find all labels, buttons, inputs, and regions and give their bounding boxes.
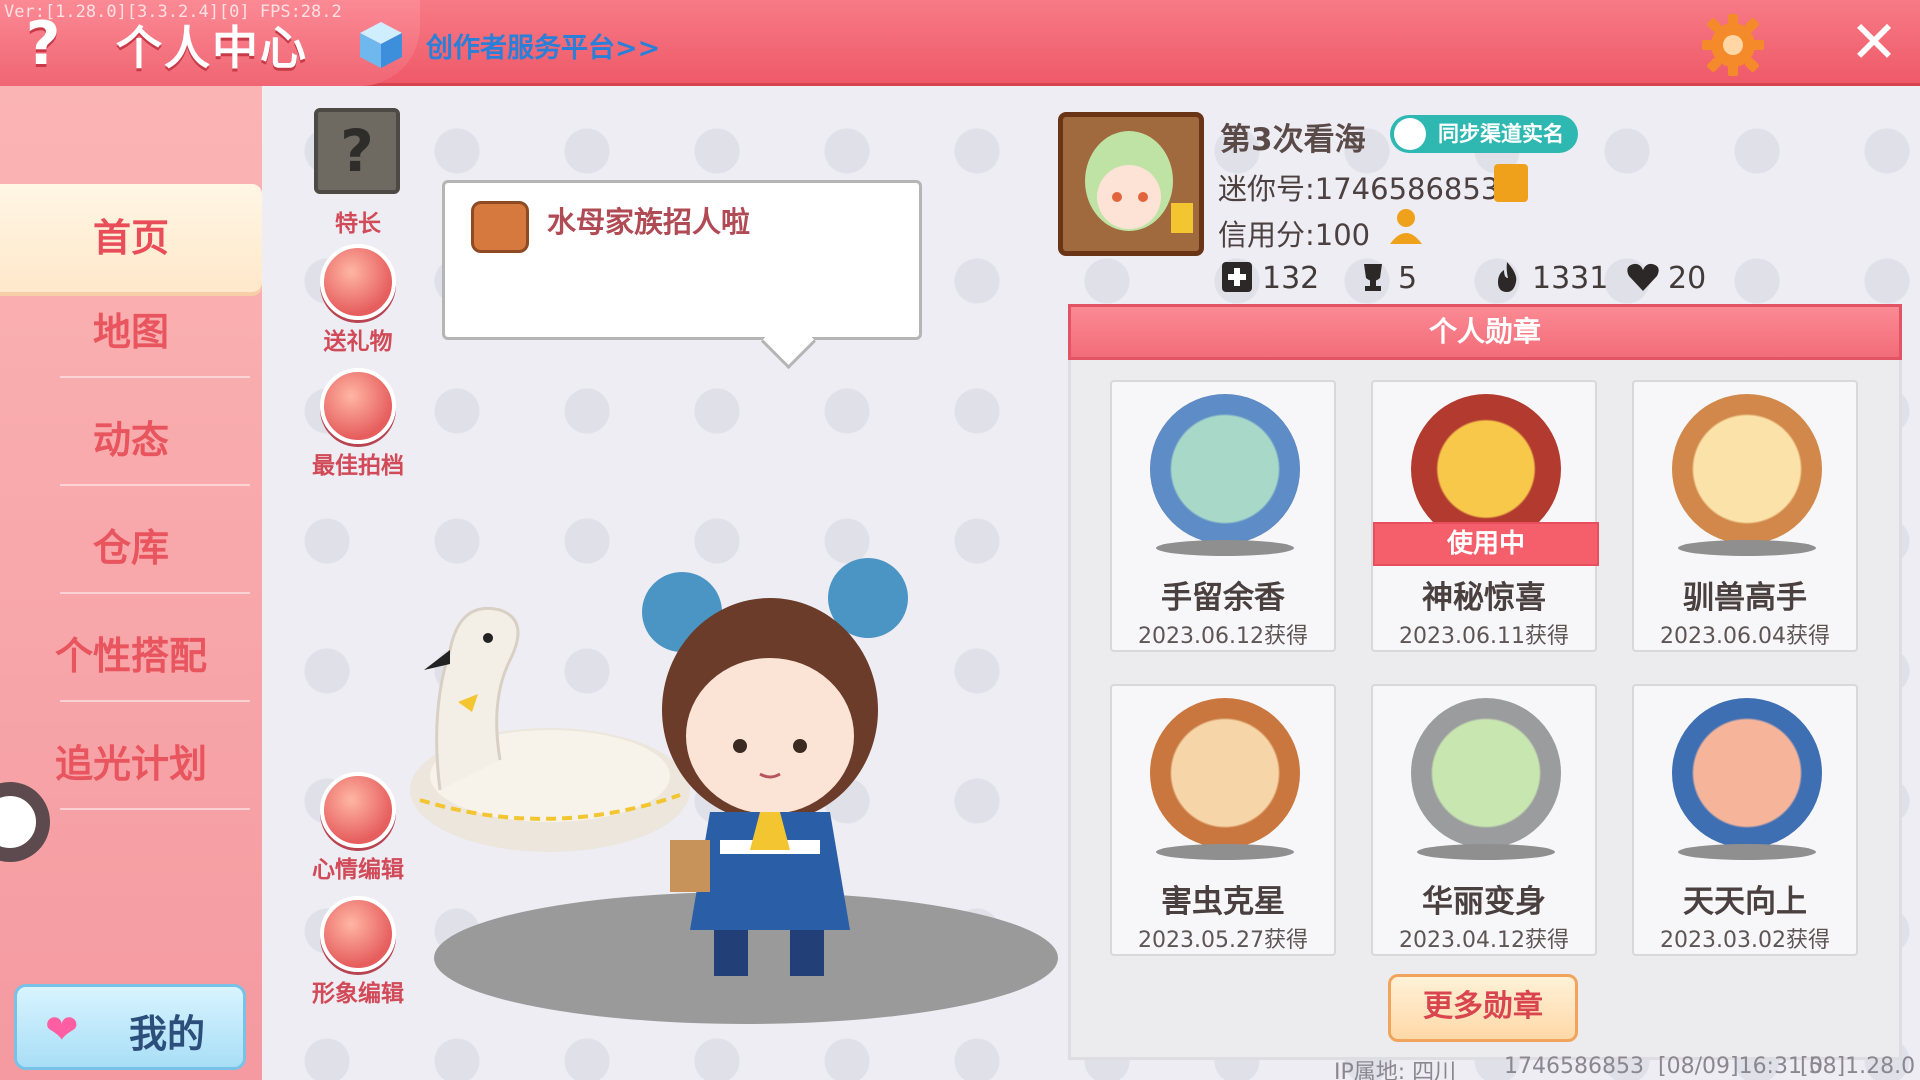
- stat-plus-value: 132: [1262, 261, 1320, 296]
- copy-icon[interactable]: [1494, 164, 1528, 202]
- trophy-icon: [1364, 264, 1382, 291]
- sidebar: 首页 地图 动态 仓库 个性搭配 追光计划: [0, 86, 262, 1080]
- badge-medal-icon: [1150, 698, 1300, 848]
- badge-date: 2023.06.04获得: [1660, 624, 1830, 649]
- tribe-speech-bubble[interactable]: 水母家族招人啦: [442, 180, 922, 340]
- badge-name: 害虫克星: [1161, 884, 1285, 920]
- heart-icon: [1627, 263, 1659, 291]
- badge-shadow: [1156, 844, 1294, 860]
- stat-flame: 1331: [1490, 260, 1608, 296]
- sidebar-item-warehouse[interactable]: 仓库: [0, 494, 262, 602]
- player-avatar[interactable]: [1058, 112, 1204, 256]
- stat-heart-value: 20: [1668, 261, 1707, 296]
- badge-medal-icon: [1672, 698, 1822, 848]
- page-title: 个人中心: [116, 21, 308, 75]
- badge-name: 手留余香: [1161, 580, 1285, 616]
- plus-icon: [1222, 262, 1252, 292]
- cube-icon[interactable]: [358, 20, 404, 70]
- heart-icon: ❤: [45, 1007, 79, 1053]
- badge-card[interactable]: 华丽变身 2023.04.12获得: [1371, 684, 1597, 956]
- badge-name: 驯兽高手: [1683, 580, 1807, 616]
- avatar-portrait-image: [1063, 117, 1199, 251]
- mine-button[interactable]: ❤ 我的: [14, 984, 246, 1070]
- divider: [60, 592, 250, 594]
- sidebar-item-outfit[interactable]: 个性搭配: [0, 602, 262, 710]
- credit-user-icon[interactable]: [1386, 206, 1428, 248]
- stat-plus: 132: [1220, 260, 1319, 296]
- badge-medal-icon: [1672, 394, 1822, 544]
- player-character-image: [642, 558, 908, 976]
- flame-icon: [1498, 262, 1517, 292]
- badge-date: 2023.06.11获得: [1399, 624, 1569, 649]
- badge-card[interactable]: 害虫克星 2023.05.27获得: [1110, 684, 1336, 956]
- sidebar-item-home[interactable]: 首页: [0, 184, 262, 292]
- player-name: 第3次看海: [1220, 122, 1366, 158]
- user-verify-icon: [1394, 118, 1426, 150]
- badge-card[interactable]: 天天向上 2023.03.02获得: [1632, 684, 1858, 956]
- gear-icon[interactable]: [1700, 12, 1766, 78]
- specialty-button[interactable]: ? 特长: [306, 106, 410, 237]
- footer-timestamp: [08/09]16:31 0: [1658, 1054, 1823, 1079]
- badge-name: 天天向上: [1683, 884, 1807, 920]
- partner-label: 最佳拍档: [312, 453, 404, 479]
- partner-button[interactable]: 最佳拍档: [306, 368, 410, 479]
- badge-date: 2023.05.27获得: [1138, 928, 1308, 953]
- in-use-tag: 使用中: [1373, 522, 1599, 566]
- specialty-label: 特长: [335, 211, 381, 237]
- sidebar-item-map[interactable]: 地图: [0, 278, 262, 386]
- badge-shadow: [1156, 540, 1294, 556]
- divider: [60, 700, 250, 702]
- badge-shadow: [1678, 540, 1816, 556]
- badge-date: 2023.03.02获得: [1660, 928, 1830, 953]
- outfit-icon: [320, 896, 396, 972]
- badge-medal-icon: [1411, 698, 1561, 848]
- sidebar-item-feed[interactable]: 动态: [0, 386, 262, 494]
- divider: [60, 808, 250, 810]
- divider: [60, 376, 250, 378]
- badge-date: 2023.04.12获得: [1399, 928, 1569, 953]
- close-button[interactable]: ✕: [1846, 13, 1902, 71]
- realname-sync-badge[interactable]: 同步渠道实名: [1390, 115, 1578, 153]
- image-edit-label: 形象编辑: [312, 981, 404, 1007]
- divider: [60, 484, 250, 486]
- stat-trophy-value: 5: [1398, 261, 1418, 296]
- stat-heart: 20: [1626, 260, 1706, 296]
- tribe-icon: [471, 201, 529, 253]
- badge-card[interactable]: 驯兽高手 2023.06.04获得: [1632, 380, 1858, 652]
- mini-id: 迷你号:1746586853: [1218, 172, 1500, 206]
- badge-date: 2023.06.12获得: [1138, 624, 1308, 649]
- badge-card[interactable]: 手留余香 2023.06.12获得: [1110, 380, 1336, 652]
- image-edit-button[interactable]: 形象编辑: [306, 896, 410, 1007]
- badge-shadow: [1417, 844, 1555, 860]
- gift-label: 送礼物: [323, 329, 393, 355]
- gift-icon: [320, 244, 396, 320]
- badge-name: 华丽变身: [1422, 884, 1546, 920]
- badge-name: 神秘惊喜: [1422, 580, 1546, 616]
- question-icon: ?: [314, 108, 400, 194]
- stat-flame-value: 1331: [1532, 261, 1609, 296]
- handshake-icon: [320, 368, 396, 444]
- top-bar: ? Ver:[1.28.0][3.3.2.4][0] FPS:28.2 个人中心…: [0, 0, 1920, 86]
- more-badges-button[interactable]: 更多勋章: [1388, 974, 1578, 1042]
- ip-location: IP属地: 四川: [1334, 1060, 1457, 1080]
- badge-panel-header: 个人勋章: [1068, 304, 1902, 360]
- badge-shadow: [1678, 844, 1816, 860]
- creator-platform-link[interactable]: 创作者服务平台>>: [426, 26, 660, 65]
- realname-sync-label: 同步渠道实名: [1438, 122, 1564, 146]
- mine-label: 我的: [129, 1012, 206, 1056]
- stat-trophy: 5: [1356, 260, 1417, 296]
- footer-build: [58]1.28.0: [1800, 1054, 1916, 1079]
- credit-score: 信用分:100: [1218, 218, 1371, 252]
- footer-uid: 1746586853: [1504, 1054, 1644, 1079]
- badge-medal-icon: [1150, 394, 1300, 544]
- tribe-message: 水母家族招人啦: [547, 205, 751, 239]
- gift-button[interactable]: 送礼物: [306, 244, 410, 355]
- badge-card[interactable]: 使用中 神秘惊喜 2023.06.11获得: [1371, 380, 1599, 652]
